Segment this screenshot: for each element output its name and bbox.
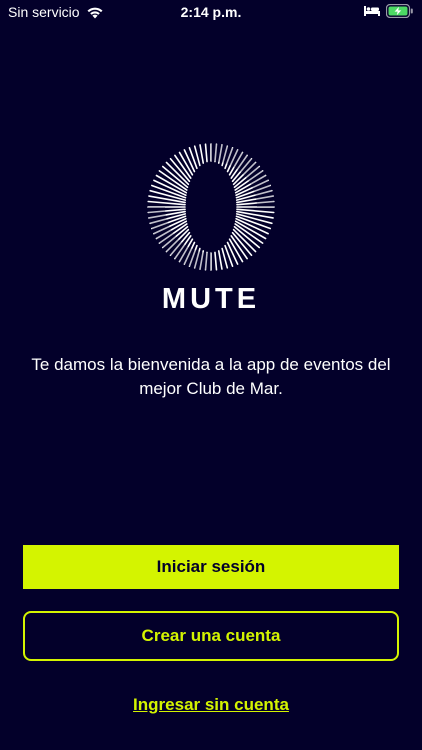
bed-icon (364, 5, 380, 17)
status-bar: Sin servicio 2:14 p.m. (0, 0, 422, 26)
welcome-message: Te damos la bienvenida a la app de event… (31, 355, 391, 398)
create-account-button[interactable]: Crear una cuenta (23, 611, 399, 661)
mute-ring-logo (147, 143, 275, 271)
status-right (364, 4, 414, 18)
logo-wordmark: MUTE (161, 283, 261, 315)
login-button[interactable]: Iniciar sesión (23, 545, 399, 589)
status-time: 2:14 p.m. (180, 4, 242, 20)
battery-charging-icon (386, 4, 413, 18)
logo-area: MUTE (0, 143, 422, 315)
guest-login-link[interactable]: Ingresar sin cuenta (0, 694, 422, 716)
